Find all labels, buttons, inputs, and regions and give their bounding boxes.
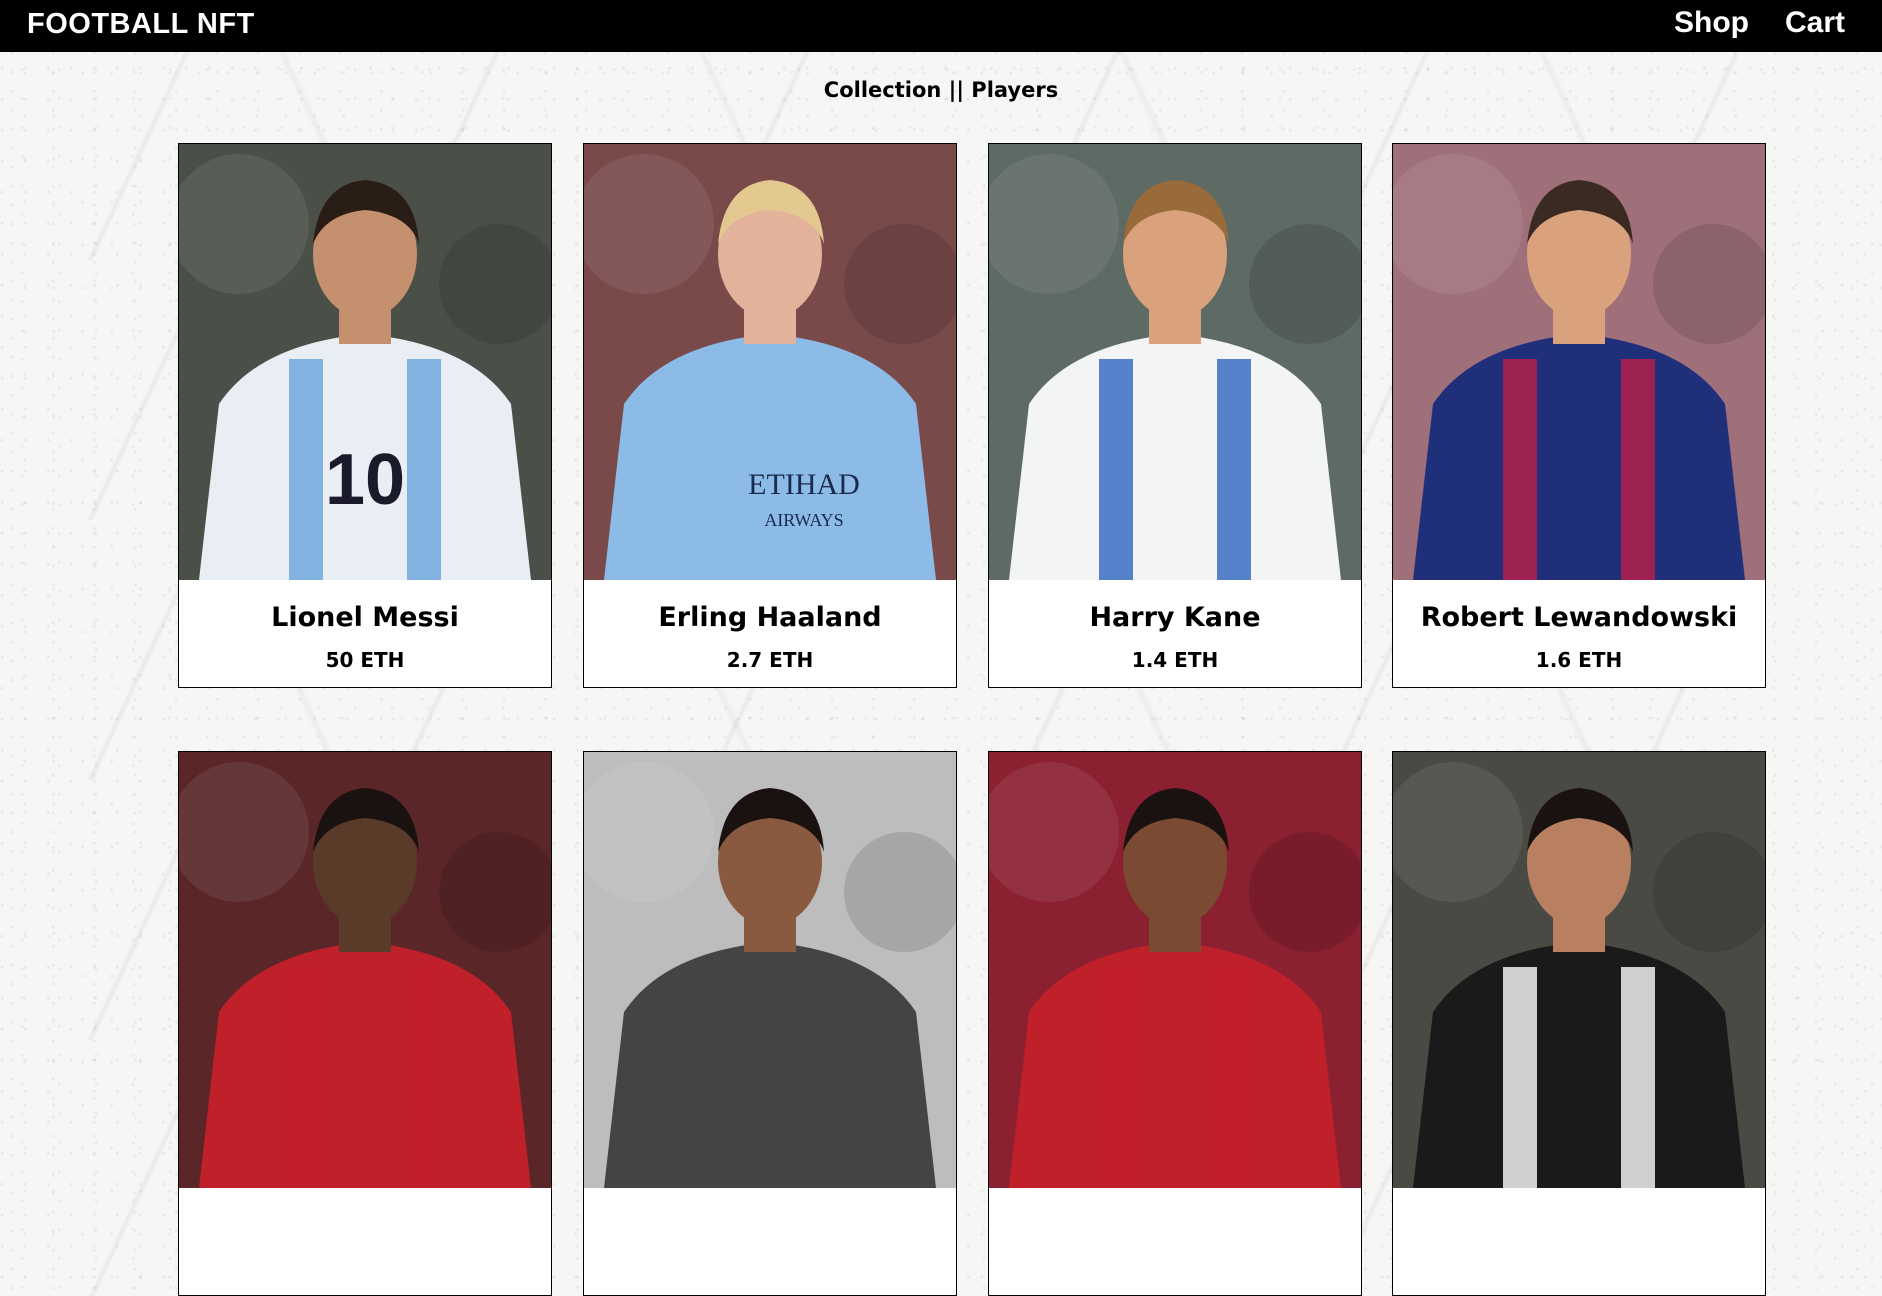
player-card-player-8[interactable] — [1392, 751, 1766, 1296]
brand-logo[interactable]: FOOTBALL NFT — [27, 8, 255, 41]
player-card-messi[interactable]: 10 Lionel Messi 50 ETH — [178, 143, 552, 688]
nav-shop-link[interactable]: Shop — [1674, 6, 1749, 40]
player-card-player-6[interactable] — [583, 751, 957, 1296]
shirt-stripe — [1621, 359, 1655, 580]
player-name: Erling Haaland — [658, 602, 882, 633]
player-photo[interactable]: ETIHAD AIRWAYS — [584, 144, 956, 580]
player-card-player-7[interactable] — [988, 751, 1362, 1296]
player-price: 1.4 ETH — [1131, 648, 1219, 672]
shirt-sponsor-line1: ETIHAD — [748, 468, 860, 501]
shirt-number: 10 — [325, 440, 405, 520]
shirt-stripe — [1217, 359, 1251, 580]
player-name: Lionel Messi — [271, 602, 459, 633]
player-card-lewandowski[interactable]: Robert Lewandowski 1.6 ETH — [1392, 143, 1766, 688]
nav-cart-link[interactable]: Cart — [1785, 6, 1845, 40]
shirt-stripe — [1621, 967, 1655, 1188]
player-photo[interactable] — [1393, 144, 1765, 580]
shirt-stripe — [1217, 967, 1251, 1188]
player-name: Robert Lewandowski — [1420, 602, 1738, 633]
top-navbar: FOOTBALL NFT Shop Cart — [0, 0, 1882, 52]
player-photo[interactable] — [179, 752, 551, 1188]
page-title: Collection || Players — [823, 78, 1059, 102]
player-name: Harry Kane — [1089, 602, 1261, 633]
player-card-haaland[interactable]: ETIHAD AIRWAYS Erling Haaland 2.7 ETH — [583, 143, 957, 688]
player-photo[interactable] — [989, 752, 1361, 1188]
player-price: 50 ETH — [325, 648, 405, 672]
shirt-stripe — [289, 359, 323, 580]
player-card-kane[interactable]: Harry Kane 1.4 ETH — [988, 143, 1362, 688]
shirt-stripe — [1503, 967, 1537, 1188]
shirt-stripe — [407, 967, 441, 1188]
player-photo[interactable] — [989, 144, 1361, 580]
shirt-stripe — [1099, 359, 1133, 580]
shirt-stripe — [289, 967, 323, 1188]
player-price: 2.7 ETH — [726, 648, 814, 672]
player-price: 1.6 ETH — [1535, 648, 1623, 672]
shirt-stripe — [812, 967, 846, 1188]
shirt-stripe — [407, 359, 441, 580]
player-photo[interactable]: 10 — [179, 144, 551, 580]
player-card-player-5[interactable] — [178, 751, 552, 1296]
player-photo[interactable] — [584, 752, 956, 1188]
shirt-stripe — [694, 967, 728, 1188]
player-photo[interactable] — [1393, 752, 1765, 1188]
shirt-stripe — [1099, 967, 1133, 1188]
shirt-stripe — [1503, 359, 1537, 580]
shirt-sponsor-line2: AIRWAYS — [764, 510, 843, 530]
shirt-stripe — [694, 359, 728, 580]
